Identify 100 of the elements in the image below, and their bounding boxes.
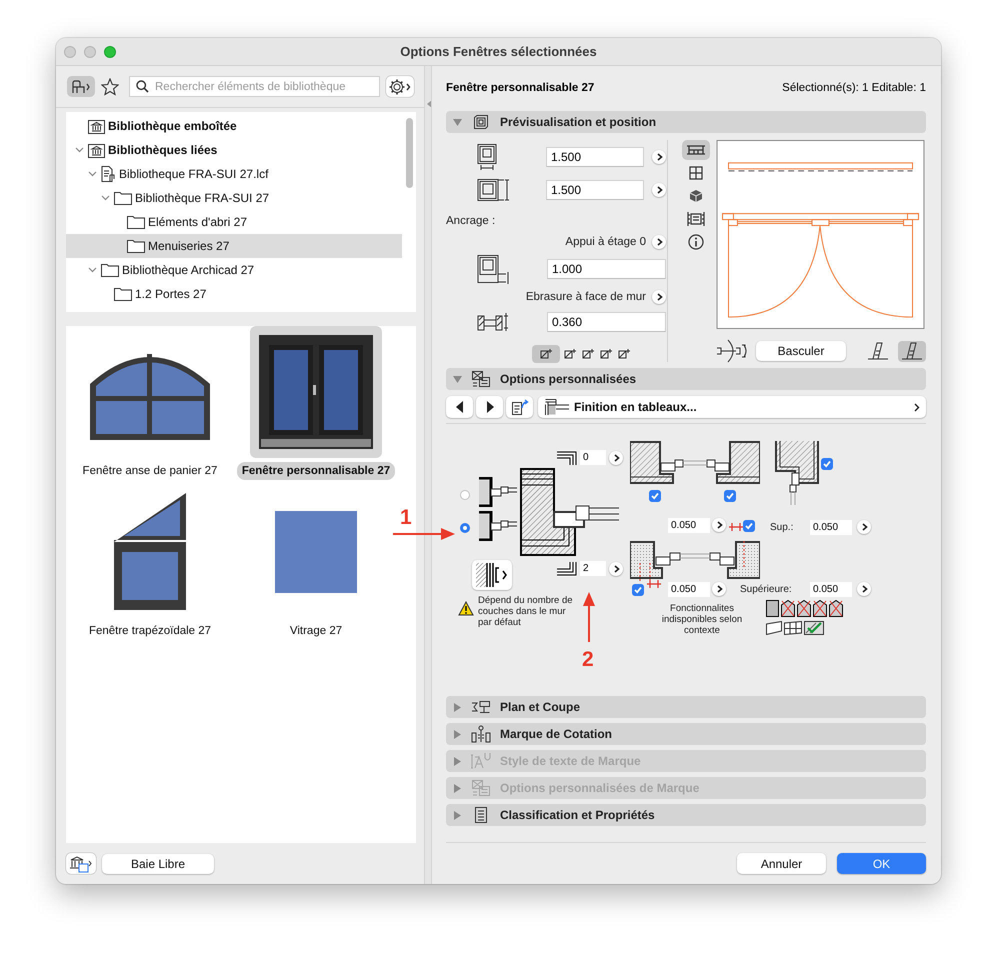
side-reveal-button[interactable] bbox=[712, 518, 726, 532]
anchor-icon bbox=[564, 349, 576, 359]
top-layers-button[interactable] bbox=[609, 451, 623, 465]
item-label[interactable]: Vitrage 27 bbox=[284, 622, 348, 640]
cancel-button[interactable]: Annuler bbox=[737, 853, 826, 874]
tree-item[interactable]: Bibliothèques liées bbox=[66, 138, 402, 162]
plan-view-icon bbox=[686, 144, 706, 156]
section-header[interactable]: Plan et Coupe bbox=[446, 696, 926, 718]
sup-button[interactable] bbox=[857, 520, 871, 534]
settings-button[interactable] bbox=[386, 76, 414, 97]
anchor-icon bbox=[540, 349, 552, 359]
next-page-button[interactable] bbox=[476, 396, 503, 418]
anchor-icon bbox=[618, 349, 630, 359]
top-button[interactable] bbox=[857, 582, 871, 596]
chevron-icon[interactable] bbox=[100, 195, 110, 201]
item-label[interactable]: Fenêtre trapézoïdale 27 bbox=[84, 622, 216, 640]
opening-side-button[interactable] bbox=[898, 340, 926, 362]
ok-button[interactable]: OK bbox=[837, 853, 926, 874]
disclosure-triangle-icon bbox=[453, 702, 462, 712]
free-opening-button[interactable]: Baie Libre bbox=[102, 854, 214, 874]
sup-label: Sup.: bbox=[770, 521, 794, 535]
radio-button[interactable] bbox=[460, 490, 470, 500]
reveal-reference-label: Ebrasure à face de mur bbox=[526, 290, 646, 303]
folder-icon bbox=[114, 287, 132, 301]
warning-icon bbox=[458, 601, 474, 616]
checkbox[interactable] bbox=[632, 584, 644, 596]
zoom-button[interactable] bbox=[104, 46, 116, 58]
height-field[interactable]: 1.500 bbox=[546, 180, 644, 200]
checkbox[interactable] bbox=[821, 458, 833, 470]
wall-layers-button[interactable] bbox=[472, 560, 512, 590]
star-icon[interactable] bbox=[101, 78, 119, 96]
dimension-marker-icon bbox=[471, 725, 491, 743]
sill-reveal-field[interactable]: 0.050 bbox=[668, 582, 710, 597]
crossed-shape-icon bbox=[813, 600, 827, 617]
callout-arrow bbox=[582, 592, 596, 642]
previous-page-button[interactable] bbox=[446, 396, 473, 418]
anchor-icon bbox=[582, 349, 594, 359]
chevron-icon[interactable] bbox=[74, 147, 84, 153]
sill-reference-button[interactable] bbox=[652, 234, 666, 249]
item-label[interactable]: Fenêtre personnalisable 27 bbox=[236, 462, 396, 480]
page-dropdown[interactable]: Finition en tableaux... bbox=[538, 396, 926, 418]
view-mode-button[interactable] bbox=[67, 76, 95, 97]
scrollbar[interactable] bbox=[406, 118, 413, 188]
crossed-shape-icon bbox=[797, 600, 811, 617]
library-icon bbox=[88, 142, 105, 158]
document-arrow-icon bbox=[510, 399, 528, 415]
chevron-right-icon bbox=[716, 521, 722, 529]
checkbox[interactable] bbox=[743, 520, 755, 532]
grid-icon bbox=[784, 621, 802, 635]
reveal-reference-button[interactable] bbox=[652, 290, 666, 304]
tree-item[interactable]: Menuiseries 27 bbox=[66, 234, 402, 258]
section-header[interactable]: Classification et Propriétés bbox=[446, 804, 926, 826]
tree-item[interactable]: Bibliothèque FRA-SUI 27 bbox=[66, 186, 402, 210]
chair-icon bbox=[71, 80, 91, 94]
folder-icon bbox=[127, 215, 145, 229]
section-header[interactable]: Prévisualisation et position bbox=[446, 111, 926, 133]
tree-item[interactable]: Bibliothèque Archicad 27 bbox=[66, 258, 402, 282]
checkbox[interactable] bbox=[724, 490, 736, 502]
sill-reveal-button[interactable] bbox=[712, 582, 726, 596]
section-header[interactable]: Options personnalisées bbox=[446, 368, 926, 390]
checkbox[interactable] bbox=[649, 490, 661, 502]
tree-item[interactable]: 1.2 Portes 27 bbox=[66, 282, 402, 306]
width-field[interactable]: 1.500 bbox=[546, 146, 644, 167]
bottom-layers-field[interactable]: 2 bbox=[580, 561, 606, 576]
section-header[interactable]: Marque de Cotation bbox=[446, 723, 926, 745]
disclosure-triangle-icon bbox=[453, 756, 462, 766]
width-menu-button[interactable] bbox=[652, 150, 666, 164]
flip-button[interactable]: Basculer bbox=[756, 341, 846, 361]
disclosure-triangle-icon bbox=[453, 118, 462, 126]
tree-item[interactable]: Bibliothèque emboîtée bbox=[66, 114, 402, 138]
radio-button[interactable] bbox=[460, 523, 470, 533]
crossed-shape-icon bbox=[829, 600, 843, 617]
sup-field[interactable]: 0.050 bbox=[810, 520, 852, 535]
warning-note: Dépend du nombre de couches dans le mur par défaut bbox=[478, 595, 574, 628]
library-manager-button[interactable] bbox=[66, 853, 96, 874]
tree-item[interactable]: Bibliotheque FRA-SUI 27.lcf bbox=[66, 162, 402, 186]
view-button[interactable] bbox=[682, 140, 710, 160]
disclosure-triangle-icon bbox=[453, 374, 462, 384]
thumbnail-tile[interactable] bbox=[250, 326, 382, 458]
top-label: Supérieure: bbox=[740, 583, 792, 597]
side-reveal-field[interactable]: 0.050 bbox=[668, 518, 710, 533]
height-icon bbox=[476, 178, 512, 202]
item-label[interactable]: Fenêtre anse de panier 27 bbox=[78, 462, 222, 480]
top-layers-field[interactable]: 0 bbox=[580, 450, 606, 465]
reveal-depth-field[interactable]: 0.360 bbox=[547, 312, 666, 332]
sill-height-field[interactable]: 1.000 bbox=[547, 259, 666, 280]
section-view-icon bbox=[687, 211, 705, 227]
chevron-icon[interactable] bbox=[88, 267, 96, 273]
folder-icon bbox=[114, 191, 132, 205]
height-menu-button[interactable] bbox=[652, 183, 666, 198]
anchor-mode-button[interactable] bbox=[532, 345, 560, 363]
top-field[interactable]: 0.050 bbox=[810, 582, 852, 597]
bottom-layers-button[interactable] bbox=[609, 562, 623, 576]
search-field[interactable]: Rechercher éléments de bibliothèque bbox=[129, 76, 380, 97]
chevron-icon[interactable] bbox=[88, 171, 96, 177]
file-icon bbox=[101, 166, 116, 182]
tree-item[interactable]: Eléments d'abri 27 bbox=[66, 210, 402, 234]
page-list-button[interactable] bbox=[506, 396, 533, 418]
anchor-label: Ancrage : bbox=[446, 214, 496, 229]
cube-icon bbox=[689, 189, 703, 203]
